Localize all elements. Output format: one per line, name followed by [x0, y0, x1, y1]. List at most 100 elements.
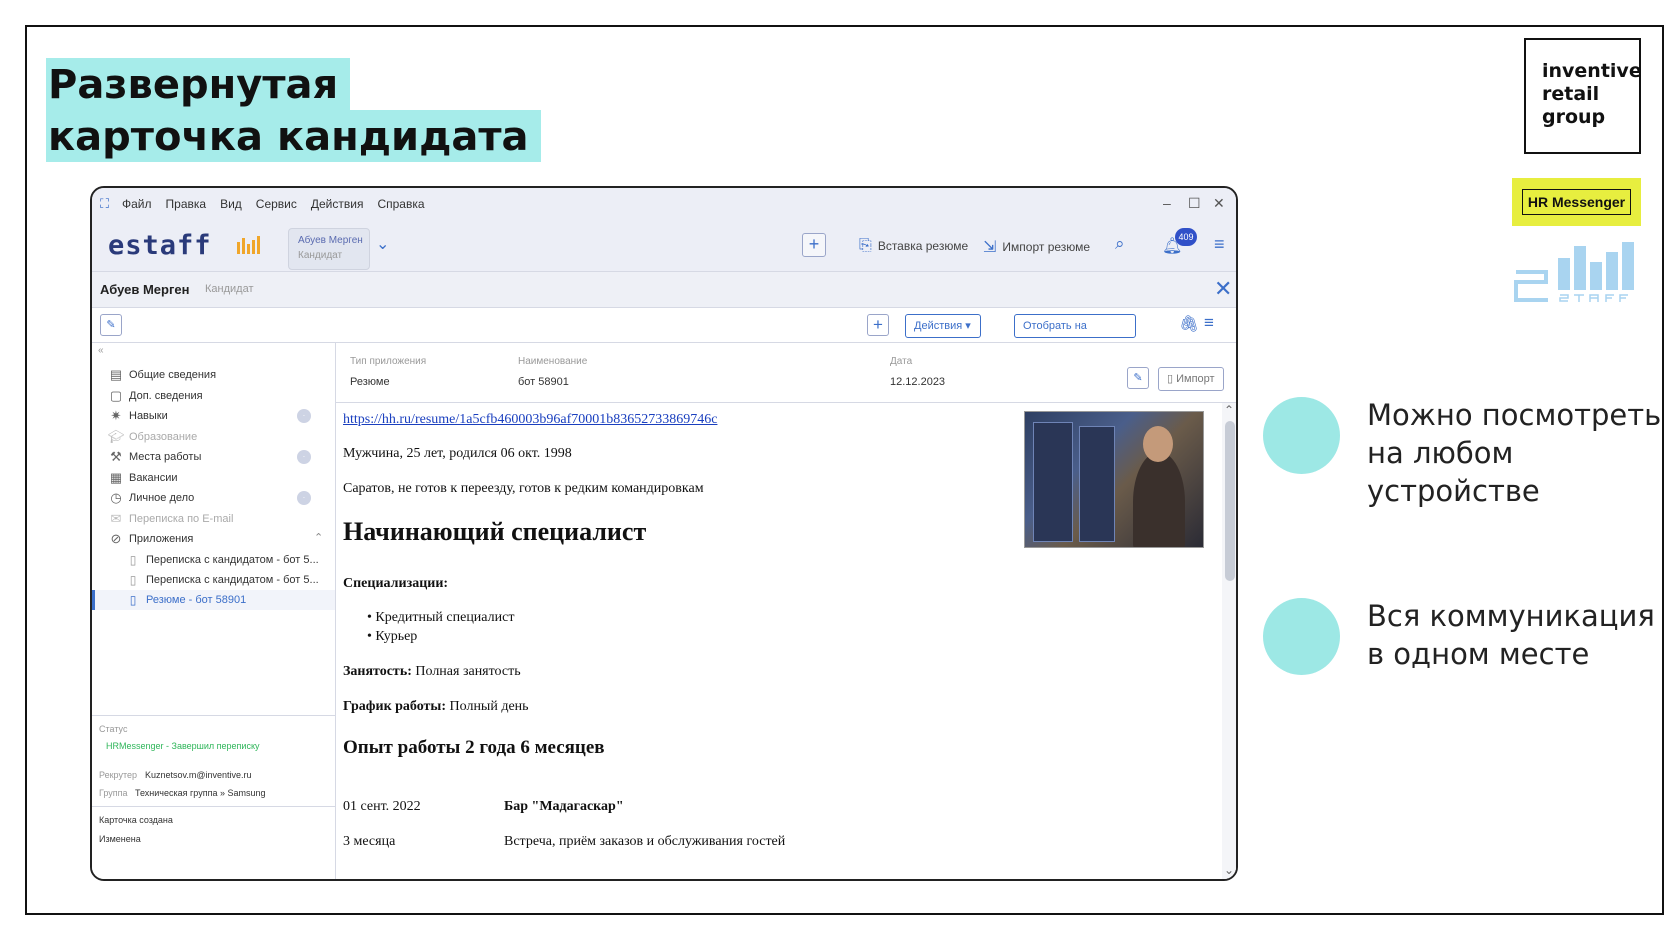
card-sidebar: « ▤ Общие сведения ▢ Доп. сведения ✷ Навыки…: [92, 343, 336, 879]
search-icon[interactable]: ⌕: [1115, 234, 1125, 254]
insert-resume-button[interactable]: ⎘ Вставка резюме: [859, 237, 968, 255]
specialization-item: • Кредитный специалист: [367, 610, 515, 625]
active-item-indicator: [92, 590, 95, 610]
date-value: 12.12.2023: [890, 376, 946, 388]
bullet-dot: [1263, 598, 1340, 675]
date-label: Дата: [890, 356, 913, 367]
form-icon: ▢: [109, 388, 123, 403]
sidebar-item-email[interactable]: ✉ Переписка по E-mail: [107, 509, 321, 529]
inventive-retail-group-logo: inventive retail group: [1524, 38, 1642, 154]
maximize-icon[interactable]: ☐: [1188, 195, 1201, 212]
close-card-icon[interactable]: ✕: [1214, 276, 1232, 302]
sidebar-item-vacancies[interactable]: ▦ Вакансии: [107, 468, 321, 488]
sidebar-item-workplaces[interactable]: ⚒ Места работы: [107, 447, 321, 467]
sidebar-item-personal-file[interactable]: ◷ Личное дело: [107, 488, 321, 508]
sidebar-item-label: Навыки: [129, 410, 168, 422]
job-duration: 3 месяца: [343, 834, 396, 849]
chevron-up-icon[interactable]: ⌃: [314, 531, 323, 544]
chevron-up-icon[interactable]: ⌃: [1224, 403, 1234, 417]
sidebar-item-skills[interactable]: ✷ Навыки: [107, 406, 321, 426]
actions-dropdown[interactable]: Действия ▾: [905, 314, 981, 338]
select-vacancy-button[interactable]: Отобрать на вакансию: [1014, 314, 1136, 354]
sidebar-attachment-resume[interactable]: ▯ Резюме - бот 58901: [124, 590, 321, 610]
add-item-button[interactable]: +: [867, 314, 889, 336]
sidebar-item-label: Образование: [129, 431, 198, 443]
type-label: Тип приложения: [350, 356, 427, 367]
logo-line: inventive: [1542, 60, 1642, 82]
close-window-icon[interactable]: ✕: [1213, 195, 1225, 212]
menu-help[interactable]: Справка: [377, 197, 424, 211]
sidebar-item-extra[interactable]: ▢ Доп. сведения: [107, 386, 321, 406]
main-toolbar: estaff Абуев Мерген Кандидат ⌄ + ⎘ Встав…: [92, 220, 1236, 272]
job-description: Встреча, приём заказов и обслуживания го…: [504, 834, 786, 849]
sidebar-item-label: Общие сведения: [129, 369, 217, 381]
menu-edit[interactable]: Правка: [166, 197, 207, 211]
status-label: Статус: [99, 724, 128, 734]
recent-candidate-tab[interactable]: Абуев Мерген Кандидат: [288, 228, 370, 270]
paperclip-icon[interactable]: 🖇︎: [1179, 314, 1199, 334]
resume-employment: Занятость: Полная занятость: [343, 664, 521, 680]
resume-location: Саратов, не готов к переезду, готов к ре…: [343, 481, 704, 496]
name-label: Наименование: [518, 356, 588, 367]
edit-attachment-icon[interactable]: ✎: [1127, 367, 1149, 389]
scroll-thumb[interactable]: [1225, 421, 1235, 581]
document-icon: ▯: [1167, 373, 1177, 385]
tools-icon: ⚒: [110, 449, 122, 464]
collapse-sidebar-icon[interactable]: «: [98, 345, 104, 356]
resume-link[interactable]: https://hh.ru/resume/1a5cfb460003b96af70…: [343, 412, 717, 428]
sidebar-item-general[interactable]: ▤ Общие сведения: [107, 365, 321, 385]
sidebar-item-label: Места работы: [129, 451, 202, 463]
sidebar-attachment-chat-2[interactable]: ▯ Переписка с кандидатом - бот 5...: [124, 570, 321, 590]
menu-actions[interactable]: Действия: [311, 197, 364, 211]
job-start: 01 сент. 2022: [343, 799, 421, 814]
chevron-down-icon[interactable]: ⌄: [1224, 863, 1234, 877]
employment-value: Полная занятость: [411, 664, 521, 679]
add-button[interactable]: +: [802, 233, 826, 257]
sidebar-item-label: Приложения: [129, 533, 194, 545]
type-value: Резюме: [350, 376, 390, 388]
import-resume-button[interactable]: ⇲ Импорт резюме: [983, 237, 1090, 257]
document-icon: ▯: [129, 553, 137, 567]
specialization-text: Курьер: [375, 629, 418, 644]
hr-messenger-label: HR Messenger: [1521, 189, 1632, 215]
menu-service[interactable]: Сервис: [256, 197, 297, 211]
modified-label: Изменена: [99, 834, 141, 844]
attachment-panel: Тип приложения Резюме Наименование бот 5…: [336, 343, 1236, 879]
import-resume-icon: ⇲: [983, 239, 997, 256]
slide-title-line-2: карточка кандидата: [46, 110, 541, 162]
menu-view[interactable]: Вид: [220, 197, 242, 211]
menu-icon[interactable]: ≡: [1214, 234, 1225, 255]
minimize-icon[interactable]: –: [1163, 195, 1171, 211]
edit-pencil-icon[interactable]: ✎: [100, 314, 122, 336]
recruiter-label: Рекрутер: [99, 770, 137, 780]
menu-file[interactable]: Файл: [122, 197, 152, 211]
resume-position: Начинающий специалист: [343, 517, 647, 546]
specializations-label: Специализации:: [343, 576, 449, 591]
double-chevron-down-icon[interactable]: ⌄: [376, 234, 389, 254]
attachment-meta: Тип приложения Резюме Наименование бот 5…: [336, 343, 1236, 403]
count-badge: ·: [297, 409, 311, 423]
specialization-text: Кредитный специалист: [375, 610, 515, 625]
count-badge: ·: [297, 491, 311, 505]
resume-schedule: График работы: Полный день: [343, 699, 529, 715]
resume-scrollbar[interactable]: ⌃ ⌄: [1222, 403, 1236, 879]
sidebar-item-label: Личное дело: [129, 492, 195, 504]
sidebar-attachment-chat-1[interactable]: ▯ Переписка с кандидатом - бот 5...: [124, 550, 321, 570]
import-label: Импорт: [1176, 373, 1215, 385]
bulb-icon: ✷: [110, 408, 122, 423]
form-icon: ▤: [109, 367, 123, 382]
import-button[interactable]: ▯ Импорт: [1158, 367, 1224, 391]
employment-label: Занятость:: [343, 664, 412, 679]
sidebar-item-label: Доп. сведения: [129, 390, 203, 402]
recent-candidate-role: Кандидат: [298, 250, 343, 261]
sidebar-item-education[interactable]: 🎓︎ Образование: [107, 427, 321, 447]
specialization-item: • Курьер: [367, 629, 418, 644]
bullet-text: Вся коммуникация в одном месте: [1367, 599, 1655, 671]
sidebar-item-attachments[interactable]: ⊘ Приложения: [107, 529, 321, 549]
experience-heading: Опыт работы 2 года 6 месяцев: [343, 737, 605, 758]
import-resume-label: Импорт резюме: [1002, 240, 1091, 254]
photo-detail: [1079, 426, 1115, 542]
list-icon[interactable]: ≡: [1204, 313, 1214, 333]
photo-detail: [1133, 452, 1185, 547]
estaff-logo-icon: [1514, 242, 1634, 302]
